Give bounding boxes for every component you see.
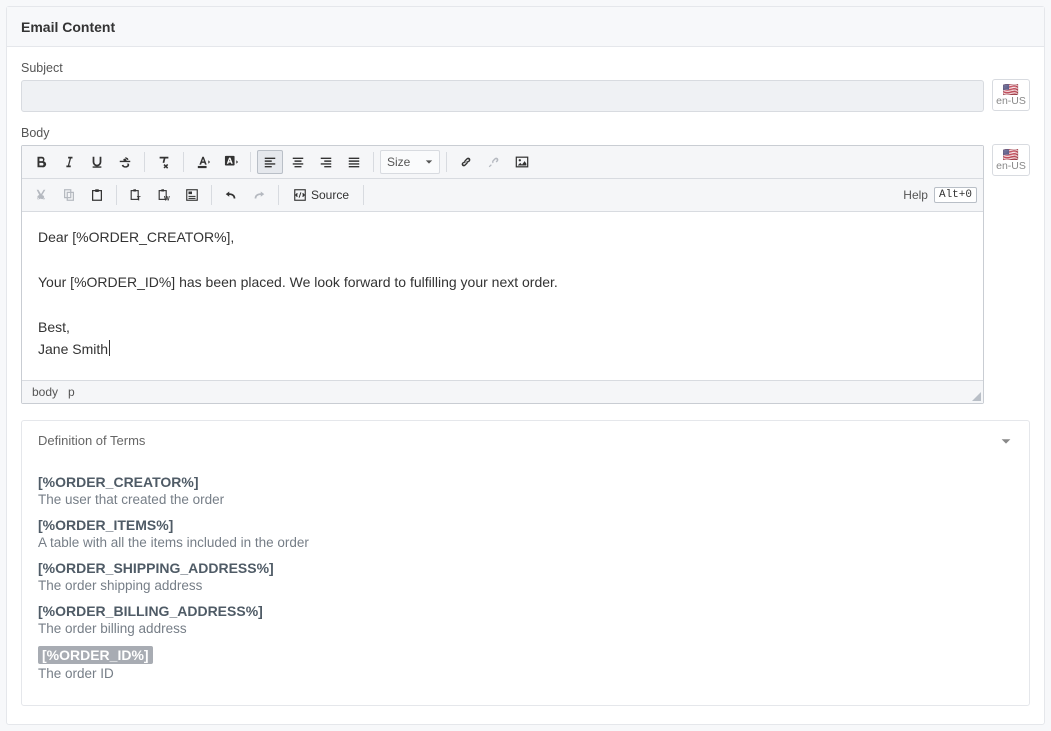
term-description: The order ID xyxy=(38,666,1013,681)
strikethrough-button[interactable] xyxy=(112,150,138,174)
remove-format-button[interactable] xyxy=(151,150,177,174)
undo-button[interactable] xyxy=(218,183,244,207)
align-justify-button[interactable] xyxy=(341,150,367,174)
editor-line: Jane Smith xyxy=(38,341,108,357)
toolbar-separator xyxy=(211,185,212,205)
term-token[interactable]: [%ORDER_BILLING_ADDRESS%] xyxy=(38,603,1013,619)
term-item: [%ORDER_ID%] The order ID xyxy=(38,646,1013,681)
editor-status-bar: body p xyxy=(22,380,983,403)
body-language-button[interactable]: 🇺🇸 en-US xyxy=(992,144,1030,176)
term-item: [%ORDER_ITEMS%] A table with all the item… xyxy=(38,517,1013,550)
editor-line: Best, xyxy=(38,316,967,338)
text-color-button[interactable] xyxy=(190,150,216,174)
panel-header: Email Content xyxy=(7,7,1044,47)
paste-text-button[interactable]: T xyxy=(123,183,149,207)
templates-button[interactable] xyxy=(179,183,205,207)
redo-button[interactable] xyxy=(246,183,272,207)
bold-button[interactable] xyxy=(28,150,54,174)
term-description: The order shipping address xyxy=(38,578,1013,593)
toolbar-separator xyxy=(144,152,145,172)
cut-button[interactable] xyxy=(28,183,54,207)
terms-header[interactable]: Definition of Terms xyxy=(22,421,1029,460)
text-caret xyxy=(109,340,110,356)
resize-handle[interactable] xyxy=(972,392,981,401)
source-button[interactable]: Source xyxy=(285,183,357,207)
term-description: The user that created the order xyxy=(38,492,1013,507)
paste-word-button[interactable]: W xyxy=(151,183,177,207)
definition-of-terms-card: Definition of Terms [%ORDER_CREATOR%] The… xyxy=(21,420,1030,706)
align-right-button[interactable] xyxy=(313,150,339,174)
italic-button[interactable] xyxy=(56,150,82,174)
editor-toolbar-row2: T W Source xyxy=(22,179,983,212)
editor-line: Dear [%ORDER_CREATOR%], xyxy=(38,226,967,248)
copy-button[interactable] xyxy=(56,183,82,207)
panel-title: Email Content xyxy=(21,19,1030,35)
help-label[interactable]: Help xyxy=(903,188,928,202)
terms-title: Definition of Terms xyxy=(38,433,145,448)
subject-input[interactable] xyxy=(21,80,984,112)
term-item: [%ORDER_SHIPPING_ADDRESS%] The order ship… xyxy=(38,560,1013,593)
font-size-select[interactable]: Size xyxy=(380,150,440,174)
underline-button[interactable] xyxy=(84,150,110,174)
chevron-down-icon xyxy=(999,434,1013,448)
help-shortcut: Alt+0 xyxy=(934,187,977,203)
term-item: [%ORDER_BILLING_ADDRESS%] The order billi… xyxy=(38,603,1013,636)
language-code: en-US xyxy=(996,95,1026,107)
term-token[interactable]: [%ORDER_ID%] xyxy=(38,646,153,664)
language-code: en-US xyxy=(996,160,1026,172)
term-token[interactable]: [%ORDER_CREATOR%] xyxy=(38,474,1013,490)
term-description: The order billing address xyxy=(38,621,1013,636)
svg-text:W: W xyxy=(164,195,170,202)
source-icon xyxy=(293,188,307,202)
toolbar-separator xyxy=(373,152,374,172)
editor-toolbar-row1: Size xyxy=(22,146,983,179)
editor-content-area[interactable]: Dear [%ORDER_CREATOR%], Your [%ORDER_ID%… xyxy=(22,212,983,380)
svg-text:T: T xyxy=(137,195,141,202)
chevron-down-icon xyxy=(425,158,433,166)
subject-label: Subject xyxy=(21,61,984,75)
toolbar-separator xyxy=(446,152,447,172)
source-label: Source xyxy=(311,188,349,202)
elements-path-body[interactable]: body xyxy=(32,385,58,399)
editor-line: Your [%ORDER_ID%] has been placed. We lo… xyxy=(38,271,967,293)
elements-path-p[interactable]: p xyxy=(68,385,75,399)
unlink-button[interactable] xyxy=(481,150,507,174)
toolbar-separator xyxy=(278,185,279,205)
term-description: A table with all the items included in t… xyxy=(38,535,1013,550)
paste-button[interactable] xyxy=(84,183,110,207)
toolbar-separator xyxy=(116,185,117,205)
align-left-button[interactable] xyxy=(257,150,283,174)
align-center-button[interactable] xyxy=(285,150,311,174)
background-color-button[interactable] xyxy=(218,150,244,174)
body-label: Body xyxy=(21,126,984,140)
email-content-panel: Email Content Subject 🇺🇸 en-US Body xyxy=(6,6,1045,725)
link-button[interactable] xyxy=(453,150,479,174)
toolbar-separator xyxy=(183,152,184,172)
image-button[interactable] xyxy=(509,150,535,174)
font-size-label: Size xyxy=(387,155,410,169)
subject-language-button[interactable]: 🇺🇸 en-US xyxy=(992,79,1030,111)
term-token[interactable]: [%ORDER_ITEMS%] xyxy=(38,517,1013,533)
term-token[interactable]: [%ORDER_SHIPPING_ADDRESS%] xyxy=(38,560,1013,576)
term-item: [%ORDER_CREATOR%] The user that created t… xyxy=(38,474,1013,507)
toolbar-separator xyxy=(363,185,364,205)
rich-text-editor: Size xyxy=(21,145,984,404)
terms-body: [%ORDER_CREATOR%] The user that created t… xyxy=(22,460,1029,705)
toolbar-separator xyxy=(250,152,251,172)
